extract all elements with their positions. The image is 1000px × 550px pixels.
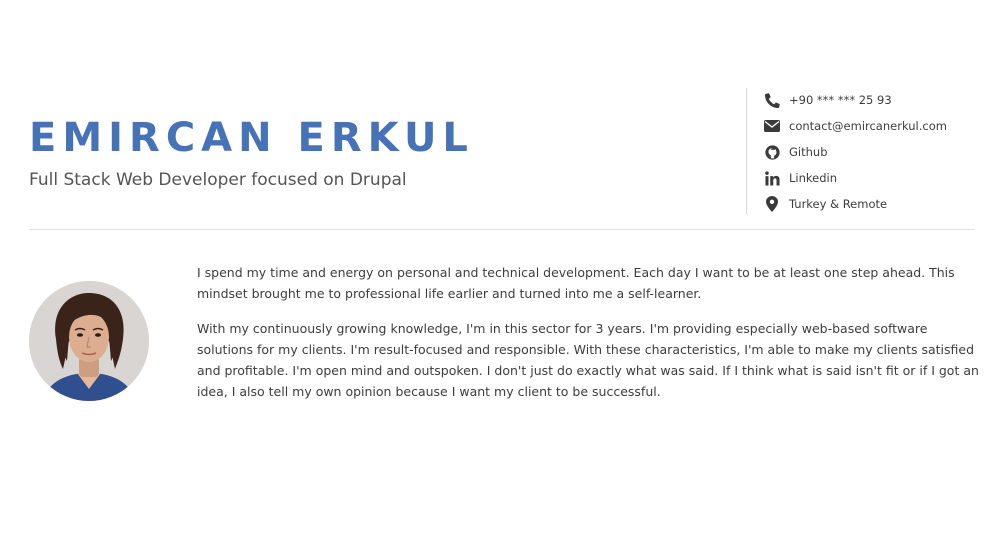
about-section: I spend my time and energy on personal a… (197, 262, 979, 416)
contact-list: +90 *** *** 25 93 contact@emircanerkul.c… (746, 88, 976, 214)
map-marker-icon (763, 196, 781, 212)
about-paragraph-1: I spend my time and energy on personal a… (197, 265, 955, 301)
contact-linkedin-text: Linkedin (789, 171, 837, 185)
resume-header: EMIRCAN ERKUL Full Stack Web Developer f… (29, 88, 975, 214)
linkedin-icon (763, 170, 781, 186)
person-tagline: Full Stack Web Developer focused on Drup… (29, 170, 407, 190)
section-divider (29, 229, 975, 230)
envelope-icon (763, 118, 781, 134)
about-paragraph-2: With my continuously growing knowledge, … (197, 321, 979, 399)
contact-email-text: contact@emircanerkul.com (789, 119, 947, 133)
contact-item-linkedin[interactable]: Linkedin (763, 168, 837, 188)
contact-item-email[interactable]: contact@emircanerkul.com (763, 116, 947, 136)
contact-item-github[interactable]: Github (763, 142, 828, 162)
contact-item-phone[interactable]: +90 *** *** 25 93 (763, 90, 892, 110)
contact-github-text: Github (789, 145, 828, 159)
contact-item-location[interactable]: Turkey & Remote (763, 194, 887, 214)
contact-phone-text: +90 *** *** 25 93 (789, 93, 892, 107)
github-icon (763, 144, 781, 160)
person-name: EMIRCAN ERKUL (29, 115, 474, 161)
phone-icon (763, 92, 781, 108)
contact-location-text: Turkey & Remote (789, 197, 888, 211)
profile-photo (29, 281, 149, 401)
